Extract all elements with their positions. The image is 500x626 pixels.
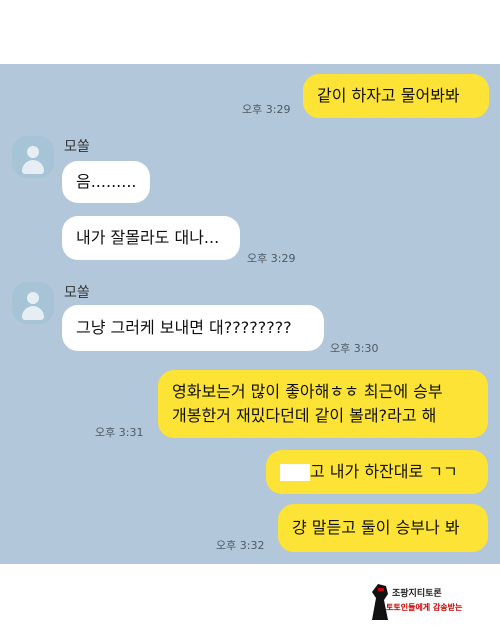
partner-avatar[interactable] bbox=[12, 282, 54, 324]
my-message-bubble[interactable]: 고 내가 하잔대로 ㄱㄱ bbox=[266, 450, 488, 494]
watermark-line1: 조팡지티토론 bbox=[392, 589, 442, 599]
avatar-head-icon bbox=[27, 292, 39, 304]
partner-message-bubble[interactable]: 내가 잘몰라도 대나... bbox=[62, 216, 240, 260]
message-line: 영화보는거 많이 좋아해ㅎㅎ 최근에 승부 bbox=[172, 382, 443, 401]
redacted-text bbox=[280, 464, 310, 481]
partner-avatar[interactable] bbox=[12, 136, 54, 178]
my-message-bubble[interactable]: 걍 말듣고 둘이 승부나 봐 bbox=[278, 504, 488, 552]
message-time: 오후 3:31 bbox=[95, 426, 144, 439]
my-message-bubble[interactable]: 영화보는거 많이 좋아해ㅎㅎ 최근에 승부 개봉한거 재밌다던데 같이 볼래?라… bbox=[158, 370, 488, 438]
partner-name: 모쏠 bbox=[64, 139, 90, 155]
message-time: 오후 3:29 bbox=[247, 252, 296, 265]
partner-message-bubble[interactable]: 음......... bbox=[62, 161, 150, 203]
message-time: 오후 3:30 bbox=[330, 342, 379, 355]
my-message-bubble[interactable]: 같이 하자고 물어봐봐 bbox=[303, 74, 489, 118]
avatar-body-icon bbox=[22, 306, 44, 320]
avatar-head-icon bbox=[27, 146, 39, 158]
message-line: 개봉한거 재밌다던데 같이 볼래?라고 해 bbox=[172, 406, 437, 425]
partner-message-bubble[interactable]: 그냥 그러케 보내면 대???????? bbox=[62, 305, 324, 351]
chat-area: 오후 3:29 같이 하자고 물어봐봐 모쏠 음......... 내가 잘몰라… bbox=[0, 64, 500, 564]
message-text: 걍 말듣고 둘이 승부나 봐 bbox=[292, 518, 460, 537]
message-text: 같이 하자고 물어봐봐 bbox=[317, 86, 460, 105]
message-time: 오후 3:29 bbox=[242, 103, 291, 116]
message-text: 고 내가 하잔대로 ㄱㄱ bbox=[310, 462, 458, 481]
message-text: 그냥 그러케 보내면 대???????? bbox=[76, 318, 292, 337]
avatar-body-icon bbox=[22, 160, 44, 174]
message-text: 음......... bbox=[76, 172, 137, 191]
message-time: 오후 3:32 bbox=[216, 539, 265, 552]
watermark-line2: 토토인들에게 감송받는 bbox=[386, 603, 463, 612]
watermark-logo: 조팡지티토론 토토인들에게 감송받는 bbox=[368, 580, 478, 622]
partner-name: 모쏠 bbox=[64, 285, 90, 301]
message-text: 내가 잘몰라도 대나... bbox=[76, 228, 220, 247]
